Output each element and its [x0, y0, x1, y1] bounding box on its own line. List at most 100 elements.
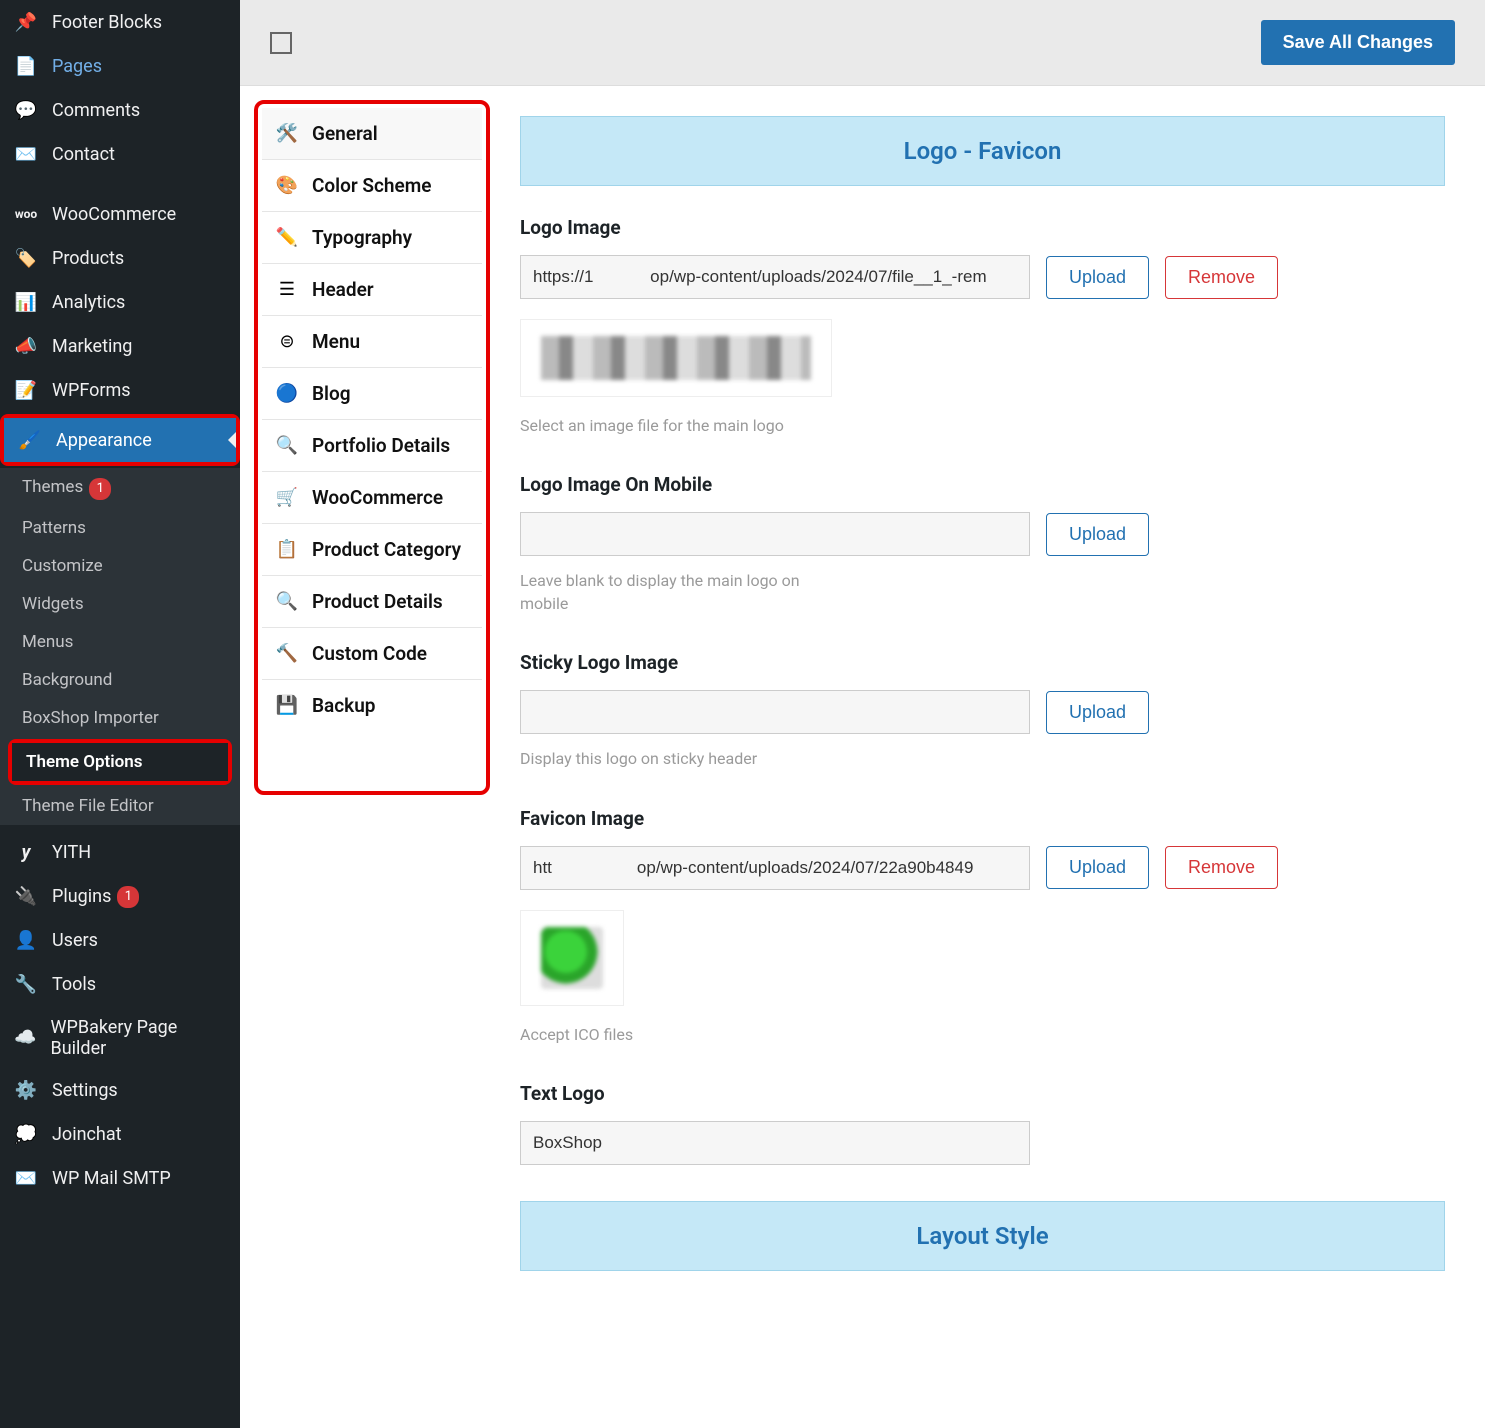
menu-label: Comments	[52, 100, 140, 121]
field-label: Sticky Logo Image	[520, 651, 1445, 674]
menu-joinchat[interactable]: Joinchat	[0, 1113, 240, 1157]
menu-label: Settings	[52, 1080, 118, 1101]
pin-icon	[14, 10, 38, 34]
magnify-icon: 🔍	[276, 591, 298, 613]
favicon-input[interactable]	[520, 846, 1030, 890]
logo-image-input[interactable]	[520, 255, 1030, 299]
favicon-preview	[520, 910, 624, 1006]
tab-custom-code[interactable]: 🔨Custom Code	[262, 628, 482, 680]
menu-wpforms[interactable]: WPForms	[0, 368, 240, 412]
content-area: 🛠️General 🎨Color Scheme ✏️Typography ☰He…	[240, 86, 1485, 1428]
submenu-label: Menus	[22, 632, 73, 652]
magnify-icon: 🔍	[276, 435, 298, 457]
submenu-label: Themes	[22, 477, 83, 497]
remove-button[interactable]: Remove	[1165, 846, 1278, 889]
menu-label: Contact	[52, 144, 115, 165]
menu-tools[interactable]: Tools	[0, 963, 240, 1007]
tab-product-details[interactable]: 🔍Product Details	[262, 576, 482, 628]
appearance-submenu: Themes1 Patterns Customize Widgets Menus…	[0, 468, 240, 825]
tab-portfolio-details[interactable]: 🔍 Portfolio Details	[262, 420, 482, 472]
palette-icon: 🎨	[276, 175, 298, 197]
settings-panel: Logo - Favicon Logo Image Upload Remove …	[490, 86, 1485, 1428]
tab-woocommerce[interactable]: 🛒WooCommerce	[262, 472, 482, 524]
menu-label: Plugins	[52, 886, 111, 907]
submenu-customize[interactable]: Customize	[0, 547, 240, 585]
logo-preview-image	[541, 336, 811, 380]
page-icon	[14, 54, 38, 78]
tab-general[interactable]: 🛠️General	[262, 108, 482, 160]
sticky-logo-input[interactable]	[520, 690, 1030, 734]
upload-button[interactable]: Upload	[1046, 256, 1149, 299]
plug-icon	[14, 885, 38, 909]
save-all-button[interactable]: Save All Changes	[1261, 20, 1455, 65]
menu-label: WPForms	[52, 380, 131, 401]
menu-users[interactable]: Users	[0, 919, 240, 963]
menu-plugins[interactable]: Plugins1	[0, 875, 240, 919]
submenu-label: Patterns	[22, 518, 86, 538]
menu-appearance[interactable]: Appearance	[4, 418, 236, 462]
tab-label: Portfolio Details	[312, 434, 450, 457]
menu-analytics[interactable]: Analytics	[0, 280, 240, 324]
logo-mobile-input[interactable]	[520, 512, 1030, 556]
highlight-appearance: Appearance	[0, 414, 240, 466]
menu-woocommerce[interactable]: wooWooCommerce	[0, 192, 240, 236]
tab-blog[interactable]: 🔵 Blog	[262, 368, 482, 420]
wp-admin-sidebar: Footer Blocks Pages Comments Contact woo…	[0, 0, 240, 1428]
menu-icon: ⊜	[276, 331, 298, 353]
brush-icon	[18, 428, 42, 452]
tab-label: Product Category	[312, 538, 461, 561]
submenu-widgets[interactable]: Widgets	[0, 585, 240, 623]
submenu-menus[interactable]: Menus	[0, 623, 240, 661]
menu-yith[interactable]: yYITH	[0, 831, 240, 875]
tab-menu[interactable]: ⊜ Menu	[262, 316, 482, 368]
menu-pages[interactable]: Pages	[0, 44, 240, 88]
menu-label: Analytics	[52, 292, 125, 313]
tab-color-scheme[interactable]: 🎨Color Scheme	[262, 160, 482, 212]
menu-label: Appearance	[56, 430, 152, 451]
blog-icon: 🔵	[276, 383, 298, 405]
section-title: Layout Style	[916, 1222, 1048, 1250]
upload-button[interactable]: Upload	[1046, 846, 1149, 889]
menu-comments[interactable]: Comments	[0, 88, 240, 132]
upload-button[interactable]: Upload	[1046, 691, 1149, 734]
submenu-theme-options[interactable]: Theme Options	[12, 743, 228, 781]
tab-header[interactable]: ☰Header	[262, 264, 482, 316]
submenu-label: Theme File Editor	[22, 796, 154, 816]
menu-products[interactable]: Products	[0, 236, 240, 280]
form-icon	[14, 378, 38, 402]
menu-label: WP Mail SMTP	[52, 1168, 171, 1189]
tab-label: General	[312, 122, 378, 145]
field-help: Select an image file for the main logo	[520, 415, 830, 437]
hammer-icon: 🔨	[276, 643, 298, 665]
document-icon[interactable]	[270, 32, 292, 54]
submenu-patterns[interactable]: Patterns	[0, 509, 240, 547]
menu-label: Joinchat	[52, 1124, 122, 1145]
chat-icon	[14, 1123, 38, 1147]
submenu-background[interactable]: Background	[0, 661, 240, 699]
submenu-label: Background	[22, 670, 112, 690]
tab-product-category[interactable]: 📋Product Category	[262, 524, 482, 576]
main-content: Save All Changes 🛠️General 🎨Color Scheme…	[240, 0, 1485, 1428]
text-logo-input[interactable]	[520, 1121, 1030, 1165]
submenu-theme-file-editor[interactable]: Theme File Editor	[0, 787, 240, 825]
menu-marketing[interactable]: Marketing	[0, 324, 240, 368]
menu-contact[interactable]: Contact	[0, 132, 240, 176]
tab-label: Backup	[312, 694, 376, 717]
menu-footer-blocks[interactable]: Footer Blocks	[0, 0, 240, 44]
field-logo-image: Logo Image Upload Remove Select an image…	[520, 216, 1445, 437]
submenu-themes[interactable]: Themes1	[0, 468, 240, 509]
menu-wpmailsmtp[interactable]: WP Mail SMTP	[0, 1157, 240, 1201]
menu-settings[interactable]: Settings	[0, 1069, 240, 1113]
section-layout-style: Layout Style	[520, 1201, 1445, 1271]
tab-label: Menu	[312, 330, 360, 353]
upload-button[interactable]: Upload	[1046, 513, 1149, 556]
menu-label: YITH	[52, 842, 91, 863]
tab-backup[interactable]: 💾Backup	[262, 680, 482, 731]
field-logo-mobile: Logo Image On Mobile Upload Leave blank …	[520, 473, 1445, 615]
menu-wpbakery[interactable]: WPBakery Page Builder	[0, 1007, 240, 1069]
submenu-boxshop-importer[interactable]: BoxShop Importer	[0, 699, 240, 737]
tab-label: Blog	[312, 382, 351, 405]
field-label: Favicon Image	[520, 807, 1445, 830]
remove-button[interactable]: Remove	[1165, 256, 1278, 299]
tab-typography[interactable]: ✏️Typography	[262, 212, 482, 264]
